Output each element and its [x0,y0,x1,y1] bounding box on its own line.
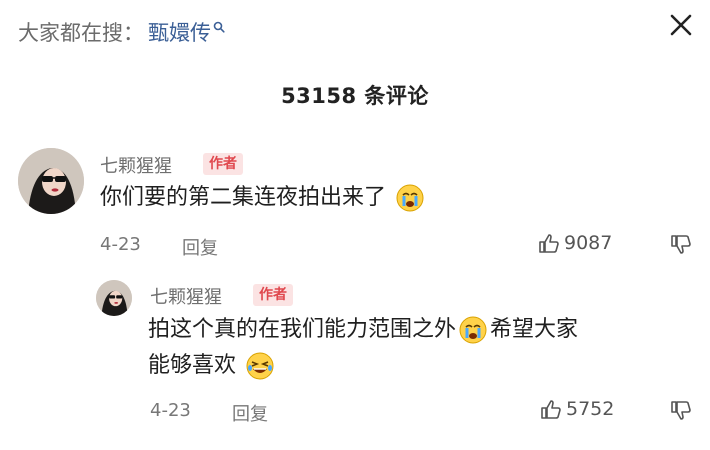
author-badge: 作者 [203,153,243,175]
like-count: 9087 [564,232,613,254]
avatar[interactable] [18,148,84,214]
reply-text-line2: 能够喜欢 [148,353,237,378]
reply-button[interactable]: 回复 [232,400,268,426]
reply-date: 4-23 [150,400,191,421]
reply-text-line1-tail: 希望大家 [490,317,579,342]
avatar-image [96,280,132,316]
avatar-image [18,148,84,214]
thumbs-down-icon[interactable] [670,234,692,256]
reply-username[interactable]: 七颗猩猩 [150,283,222,309]
thumbs-up-icon [541,400,561,419]
like-count: 5752 [566,398,615,420]
like-button[interactable]: 9087 [538,232,612,254]
thumbs-up-icon [539,234,559,253]
search-suggestion-term[interactable]: 甄嬛传 [148,17,211,47]
search-prefix-label: 大家都在搜： [18,21,144,45]
comment-username[interactable]: 七颗猩猩 [100,152,172,178]
comment-text-content: 你们要的第二集连夜拍出来了 [100,185,387,210]
search-icon[interactable] [213,21,225,33]
reply-text: 拍这个真的在我们能力范围之外 希望大家 能够喜欢 [148,312,688,384]
reply-text-line1: 拍这个真的在我们能力范围之外 [148,317,457,342]
comment-count-title: 53158 条评论 [281,84,429,108]
laugh-tears-emoji-icon [246,352,274,380]
reply-avatar[interactable] [96,280,132,316]
crying-emoji-icon [396,184,424,212]
crying-emoji-icon [459,316,487,344]
comment-date: 4-23 [100,234,141,255]
reply-button[interactable]: 回复 [182,234,218,260]
close-icon[interactable] [668,12,694,38]
author-badge: 作者 [253,284,293,306]
thumbs-down-icon[interactable] [670,400,692,422]
like-button[interactable]: 5752 [540,398,614,420]
search-suggestion-bar[interactable]: 大家都在搜： 甄嬛传 [18,12,225,52]
comment-text: 你们要的第二集连夜拍出来了 [100,180,427,216]
